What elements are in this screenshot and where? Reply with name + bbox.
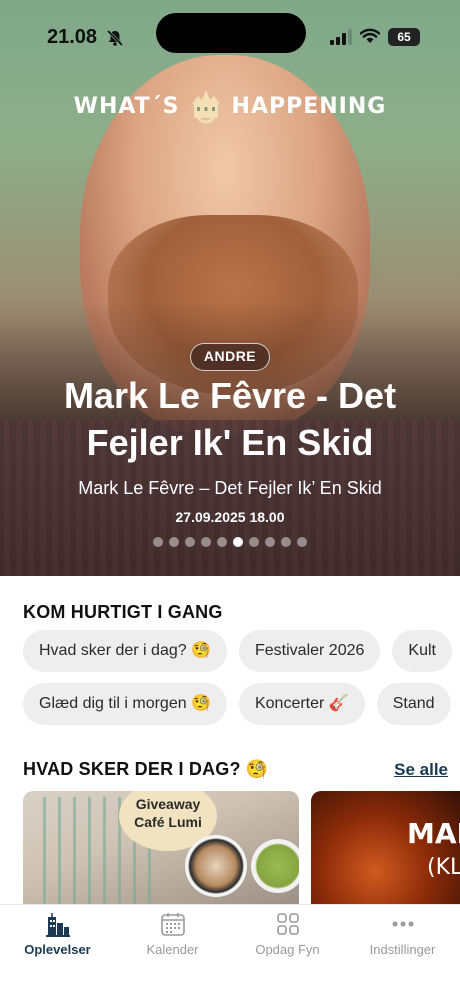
logo-word-left: WHAT´S — [73, 93, 180, 119]
grid-icon — [277, 913, 299, 935]
carousel-dot[interactable] — [233, 537, 243, 547]
section-title-quick: KOM HURTIGT I GANG — [23, 602, 223, 622]
more-icon — [392, 921, 414, 927]
bell-muted-icon — [106, 30, 124, 46]
carousel-dot[interactable] — [169, 537, 179, 547]
tab-label: Opdag Fyn — [255, 942, 320, 957]
app-logo: WHAT´S HAPPENING — [0, 84, 460, 128]
chip-festivals[interactable]: Festivaler 2026 — [239, 630, 381, 672]
chip-row-2: Glæd dig til i morgen 🧐 Koncerter 🎸 Stan… — [23, 683, 451, 725]
city-icon — [46, 913, 70, 937]
tab-opdag-fyn[interactable]: Opdag Fyn — [230, 905, 345, 975]
card-image-matcha — [251, 839, 299, 893]
carousel-dot[interactable] — [185, 537, 195, 547]
signal-icon — [330, 29, 352, 45]
chip-tomorrow[interactable]: Glæd dig til i morgen 🧐 — [23, 683, 227, 725]
chip-row-1: Hvad sker der i dag? 🧐 Festivaler 2026 K… — [23, 630, 452, 672]
tab-oplevelser[interactable]: Oplevelser — [0, 905, 115, 975]
carousel-dot[interactable] — [201, 537, 211, 547]
hero-date: 27.09.2025 18.00 — [175, 509, 285, 525]
status-time: 21.08 — [47, 26, 98, 48]
category-tag: ANDRE — [190, 343, 270, 371]
carousel-dot[interactable] — [217, 537, 227, 547]
chip-culture[interactable]: Kult — [392, 630, 452, 672]
logo-word-right: HAPPENING — [231, 93, 387, 119]
hero-title[interactable]: Mark Le Fêvre - Det Fejler Ik' En Skid — [20, 372, 440, 466]
event-card[interactable]: Giveaway Café Lumi — [23, 791, 299, 906]
card-image-text: Giveaway Café Lumi — [134, 796, 202, 830]
dynamic-island — [156, 13, 306, 53]
city-crown-logo-icon — [191, 90, 220, 124]
see-all-link[interactable]: Se alle — [394, 760, 448, 780]
carousel-dot[interactable] — [249, 537, 259, 547]
chip-today[interactable]: Hvad sker der i dag? 🧐 — [23, 630, 227, 672]
card-image-text: MAN — [407, 817, 460, 850]
chip-concerts[interactable]: Koncerter 🎸 — [238, 683, 365, 725]
battery-indicator: 65 — [388, 28, 420, 46]
tab-label: Indstillinger — [369, 942, 436, 957]
tab-label: Oplevelser — [24, 942, 91, 957]
carousel-dot[interactable] — [297, 537, 307, 547]
carousel-dot[interactable] — [153, 537, 163, 547]
card-image-text-2: (KL — [427, 855, 460, 880]
section-title-today: HVAD SKER DER I DAG? 🧐 — [23, 759, 269, 779]
tab-bar: Oplevelser Kalender Opdag Fyn Indstillin… — [0, 904, 460, 1000]
chip-standup[interactable]: Stand — [376, 683, 451, 725]
tab-indstillinger[interactable]: Indstillinger — [345, 905, 460, 975]
tab-label: Kalender — [146, 942, 199, 957]
carousel-dot[interactable] — [281, 537, 291, 547]
calendar-icon — [161, 913, 185, 936]
status-bar: 21.08 65 — [0, 0, 460, 76]
event-card[interactable]: MAN (KL — [311, 791, 460, 906]
carousel-indicator[interactable] — [0, 537, 460, 547]
tab-kalender[interactable]: Kalender — [115, 905, 230, 975]
hero-subtitle: Mark Le Fêvre – Det Fejler Ik’ En Skid — [78, 478, 382, 498]
card-image-coffee — [185, 835, 247, 897]
carousel-dot[interactable] — [265, 537, 275, 547]
wifi-icon — [360, 28, 380, 43]
